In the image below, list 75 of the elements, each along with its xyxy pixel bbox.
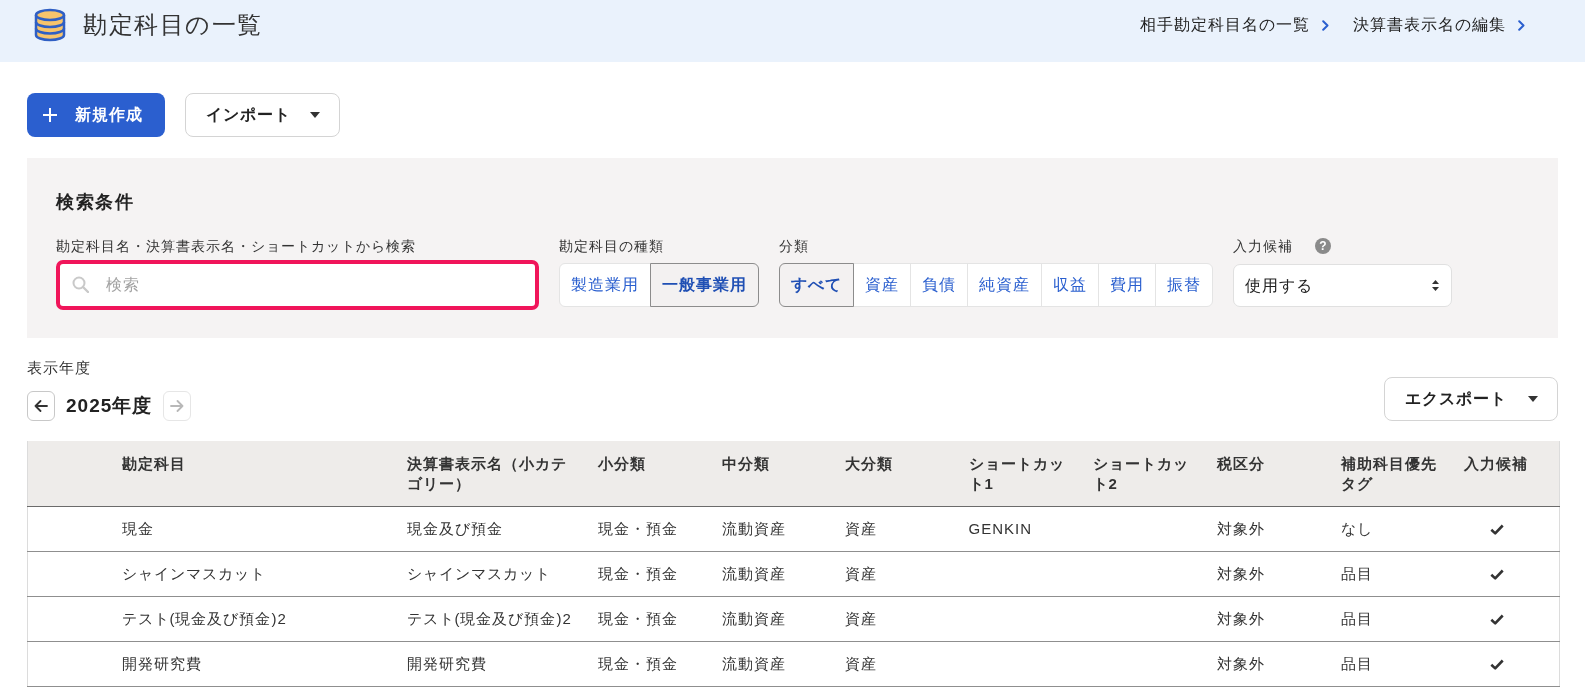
export-button[interactable]: エクスポート	[1384, 377, 1558, 421]
table-cell: 流動資産	[721, 596, 845, 642]
column-header: 小分類	[597, 441, 722, 507]
caret-down-icon	[1528, 396, 1538, 402]
field-label: 分類	[779, 237, 810, 256]
header-link[interactable]: 相手勘定科目名の一覧	[1140, 14, 1329, 36]
column-header: 補助科目優先タグ	[1340, 441, 1464, 507]
table-cell: 流動資産	[721, 641, 845, 687]
column-header: 大分類	[844, 441, 969, 507]
search-icon	[72, 276, 89, 293]
segment-option[interactable]: 振替	[1155, 263, 1213, 307]
field-label: 勘定科目の種類	[559, 237, 665, 256]
table-cell: 対象外	[1216, 596, 1341, 642]
column-header: 勘定科目	[121, 441, 407, 507]
chevron-right-icon	[1322, 19, 1329, 31]
segment-option[interactable]: 費用	[1098, 263, 1156, 307]
table-cell: 現金及び預金	[406, 506, 598, 552]
caret-down-icon	[310, 112, 320, 118]
page-title: 勘定科目の一覧	[83, 10, 263, 40]
column-header: 中分類	[721, 441, 845, 507]
chevron-right-icon	[1518, 19, 1525, 31]
table-cell: 資産	[844, 596, 969, 642]
table-cell: テスト(現金及び預金)2	[121, 596, 407, 642]
sort-arrows-icon	[1432, 280, 1439, 291]
table-cell: なし	[1340, 506, 1464, 552]
plus-icon	[43, 108, 57, 122]
segment-option[interactable]: 製造業用	[559, 263, 651, 307]
table-cell: GENKIN	[968, 506, 1093, 552]
table-cell: 資産	[844, 551, 969, 597]
help-icon[interactable]: ?	[1315, 238, 1331, 254]
segment-option[interactable]: 収益	[1041, 263, 1099, 307]
year-label: 表示年度	[27, 358, 92, 378]
table-cell: 資産	[844, 506, 969, 552]
segment-option[interactable]: 一般事業用	[650, 263, 759, 307]
column-header: 税区分	[1216, 441, 1341, 507]
column-header: 決算書表示名（小カテゴリー）	[406, 441, 598, 507]
table-cell: 現金・預金	[597, 506, 722, 552]
new-button[interactable]: 新規作成	[27, 93, 165, 137]
table-cell: 品目	[1340, 596, 1464, 642]
table-cell: シャインマスカット	[406, 551, 598, 597]
table-cell: 現金・預金	[597, 641, 722, 687]
segment-option[interactable]: 純資産	[967, 263, 1042, 307]
table-cell: 開発研究費	[121, 641, 407, 687]
column-header: 入力候補	[1463, 441, 1560, 507]
table-cell: 品目	[1340, 551, 1464, 597]
segment-option[interactable]: 負債	[910, 263, 968, 307]
previous-year-button[interactable]	[27, 391, 55, 421]
table-cell: 資産	[844, 641, 969, 687]
panel-title: 検索条件	[56, 191, 135, 214]
search-field[interactable]: 検索	[56, 260, 539, 310]
header-link[interactable]: 決算書表示名の編集	[1353, 14, 1525, 36]
field-label: 入力候補	[1233, 237, 1293, 256]
table-cell: 現金・預金	[597, 596, 722, 642]
table-cell: テスト(現金及び預金)2	[406, 596, 598, 642]
field-label: 勘定科目名・決算書表示名・ショートカットから検索	[56, 237, 417, 256]
column-header: ショートカット1	[968, 441, 1093, 507]
table-cell: 開発研究費	[406, 641, 598, 687]
table-cell: シャインマスカット	[121, 551, 407, 597]
column-header: ショートカット2	[1092, 441, 1217, 507]
table-cell: 対象外	[1216, 506, 1341, 552]
database-icon	[33, 8, 67, 42]
import-button[interactable]: インポート	[185, 93, 340, 137]
arrow-left-icon	[34, 400, 48, 412]
segment-option[interactable]: すべて	[779, 263, 854, 307]
table-cell: 品目	[1340, 641, 1464, 687]
segment-option[interactable]: 資産	[853, 263, 911, 307]
fiscal-year: 2025年度	[66, 394, 153, 418]
table-cell: 流動資産	[721, 506, 845, 552]
table-cell: 現金・預金	[597, 551, 722, 597]
table-cell: 流動資産	[721, 551, 845, 597]
table-cell: 対象外	[1216, 641, 1341, 687]
select-field[interactable]: 使用する	[1233, 264, 1452, 307]
table-cell: 現金	[121, 506, 407, 552]
table-cell: 対象外	[1216, 551, 1341, 597]
arrow-right-icon	[170, 400, 185, 412]
